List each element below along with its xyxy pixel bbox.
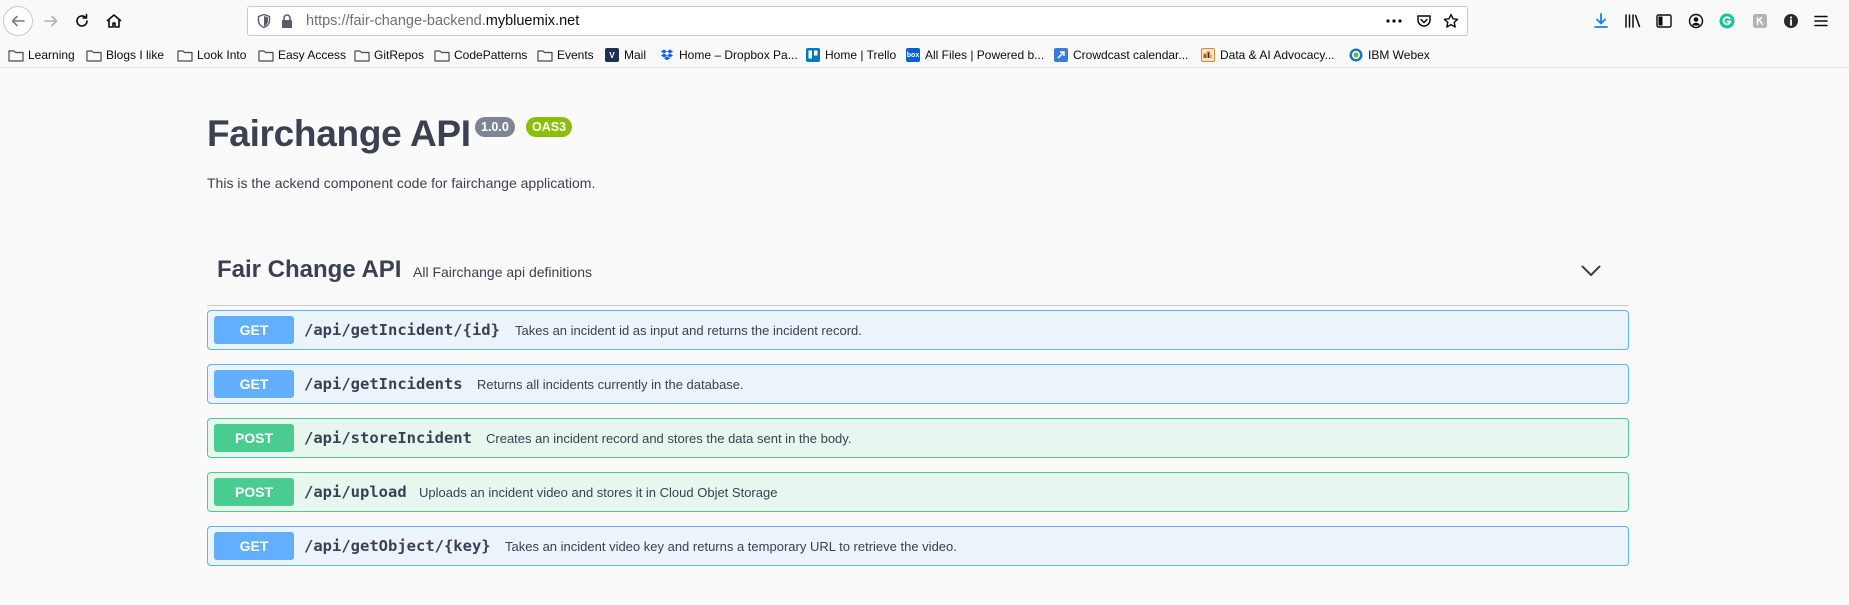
arrow-right-icon	[44, 15, 58, 27]
api-title: Fairchange API	[207, 113, 471, 154]
api-description: This is the ackend component code for fa…	[207, 175, 596, 191]
account-icon[interactable]	[1686, 11, 1706, 31]
bookmark-label: All Files | Powered b...	[925, 48, 1045, 62]
bookmark-crowdcast[interactable]: Crowdcast calendar...	[1053, 46, 1188, 64]
star-icon[interactable]	[1443, 13, 1459, 34]
menu-icon[interactable]	[1811, 11, 1831, 31]
method-badge: GET	[214, 532, 294, 560]
folder-icon	[354, 48, 370, 62]
forward-button[interactable]	[37, 7, 65, 35]
bookmark-label: Easy Access	[278, 48, 347, 62]
folder-icon	[258, 48, 274, 62]
address-bar[interactable]: https://fair-change-backend.mybluemix.ne…	[247, 6, 1468, 36]
dropbox-favicon	[659, 48, 675, 62]
operation-summary: Takes an incident video key and returns …	[505, 539, 957, 554]
advocacy-favicon	[1200, 48, 1216, 62]
operation-path: /api/getIncidents	[304, 375, 463, 393]
operation-summary: Takes an incident id as input and return…	[515, 323, 862, 338]
url-host: mybluemix.net	[485, 13, 580, 29]
folder-icon	[8, 48, 24, 62]
home-button[interactable]	[100, 7, 128, 35]
bookmark-label: CodePatterns	[454, 48, 528, 62]
bookmark-label: Blogs I like	[106, 48, 165, 62]
pocket-icon[interactable]	[1416, 13, 1432, 34]
bookmark-label: Mail	[624, 48, 647, 62]
bookmark-label: Home | Trello	[825, 48, 897, 62]
bookmark-blogs[interactable]: Blogs I like	[86, 46, 164, 64]
operation-path: /api/getObject/{key}	[304, 537, 491, 555]
operation-get-object[interactable]: GET /api/getObject/{key} Takes an incide…	[207, 526, 1629, 566]
bookmark-gitrepos[interactable]: GitRepos	[354, 46, 424, 64]
folder-icon	[177, 48, 193, 62]
bookmark-label: Look Into	[197, 48, 247, 62]
operation-path: /api/storeIncident	[304, 429, 472, 447]
bookmark-mail[interactable]: V Mail	[604, 46, 646, 64]
operation-path: /api/upload	[304, 483, 407, 501]
bookmark-label: Learning	[28, 48, 75, 62]
operation-summary: Creates an incident record and stores th…	[486, 431, 852, 446]
tag-name: Fair Change API	[217, 256, 402, 283]
bookmark-label: Home – Dropbox Pa...	[679, 48, 798, 62]
sidebar-icon[interactable]	[1654, 11, 1674, 31]
bookmarks-toolbar: Learning Blogs I like Look Into Easy Acc…	[0, 42, 1849, 68]
bookmark-trello[interactable]: Home | Trello	[805, 46, 896, 64]
operation-get-incident[interactable]: GET /api/getIncident/{id} Takes an incid…	[207, 310, 1629, 350]
tag-description: All Fairchange api definitions	[413, 264, 592, 280]
browser-toolbar: https://fair-change-backend.mybluemix.ne…	[0, 0, 1849, 42]
tag-section-header[interactable]: Fair Change API All Fairchange api defin…	[207, 249, 1628, 306]
bookmark-events[interactable]: Events	[537, 46, 594, 64]
webex-favicon	[1348, 48, 1364, 62]
bookmark-advocacy[interactable]: Data & AI Advocacy...	[1200, 46, 1335, 64]
bookmark-label: IBM Webex	[1368, 48, 1430, 62]
folder-icon	[434, 48, 450, 62]
bookmark-look-into[interactable]: Look Into	[177, 46, 246, 64]
method-badge: POST	[214, 424, 294, 452]
bookmark-dropbox[interactable]: Home – Dropbox Pa...	[659, 46, 798, 64]
method-badge: GET	[214, 316, 294, 344]
reload-button[interactable]	[68, 7, 96, 35]
operation-summary: Returns all incidents currently in the d…	[477, 377, 744, 392]
method-badge: POST	[214, 478, 294, 506]
method-badge: GET	[214, 370, 294, 398]
page-actions-icon[interactable]	[1385, 14, 1403, 33]
back-button[interactable]	[3, 6, 33, 36]
extension-icon[interactable]	[1750, 11, 1770, 31]
bookmark-codepatterns[interactable]: CodePatterns	[434, 46, 527, 64]
operation-path: /api/getIncident/{id}	[304, 321, 500, 339]
home-icon	[106, 14, 122, 28]
mail-favicon: V	[604, 48, 620, 62]
bookmark-label: Data & AI Advocacy...	[1220, 48, 1335, 62]
shield-icon[interactable]	[256, 13, 272, 34]
crowdcast-favicon	[1053, 48, 1069, 62]
reload-icon	[76, 13, 88, 27]
folder-icon	[86, 48, 102, 62]
library-icon[interactable]	[1623, 11, 1643, 31]
operation-upload[interactable]: POST /api/upload Uploads an incident vid…	[207, 472, 1629, 512]
operation-get-incidents[interactable]: GET /api/getIncidents Returns all incide…	[207, 364, 1629, 404]
arrow-left-icon	[11, 15, 25, 27]
box-favicon: box	[905, 48, 921, 62]
operation-store-incident[interactable]: POST /api/storeIncident Creates an incid…	[207, 418, 1629, 458]
url-text[interactable]: https://fair-change-backend.mybluemix.ne…	[306, 13, 579, 29]
folder-icon	[537, 48, 553, 62]
bookmark-webex[interactable]: IBM Webex	[1348, 46, 1430, 64]
bookmark-learning[interactable]: Learning	[8, 46, 75, 64]
lock-icon[interactable]	[280, 13, 294, 34]
version-badge: 1.0.0	[475, 117, 515, 137]
operation-summary: Uploads an incident video and stores it …	[419, 485, 778, 500]
grammarly-icon[interactable]	[1717, 11, 1737, 31]
info-extension-icon[interactable]	[1781, 11, 1801, 31]
url-prefix: https://fair-change-backend.	[306, 13, 486, 29]
bookmark-label: GitRepos	[374, 48, 425, 62]
downloads-icon[interactable]	[1591, 11, 1611, 31]
bookmark-label: Events	[557, 48, 594, 62]
bookmark-box[interactable]: box All Files | Powered b...	[905, 46, 1044, 64]
trello-favicon	[805, 48, 821, 62]
oas-badge: OAS3	[526, 117, 573, 137]
bookmark-easy-access[interactable]: Easy Access	[258, 46, 346, 64]
bookmark-label: Crowdcast calendar...	[1073, 48, 1189, 62]
chevron-down-icon[interactable]	[1577, 259, 1605, 283]
